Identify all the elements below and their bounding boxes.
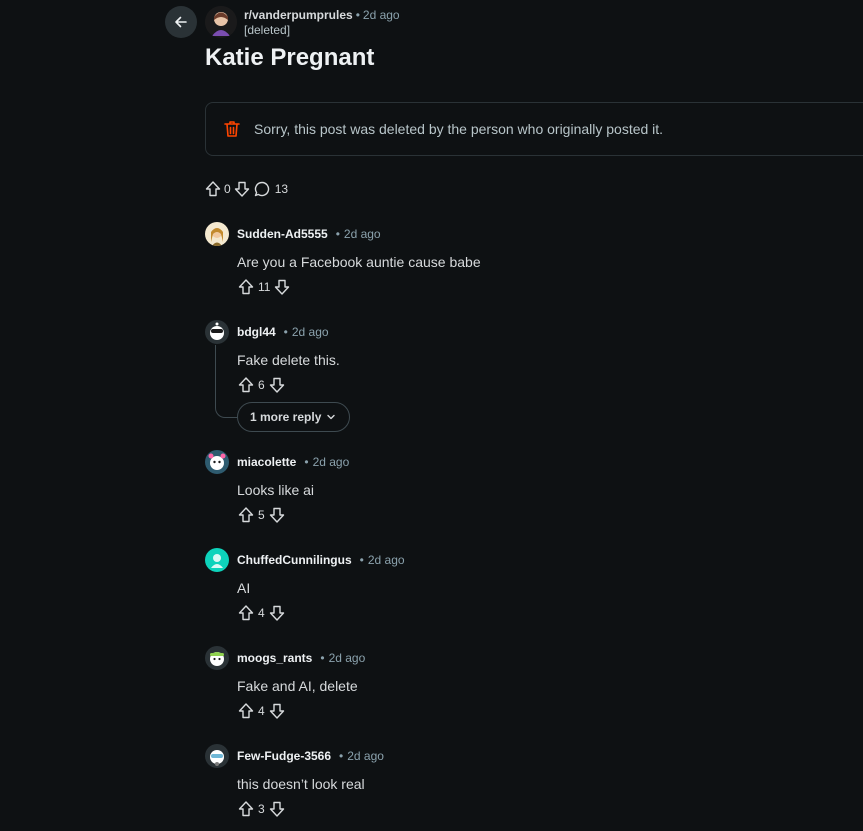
separator-dot: • — [335, 227, 340, 241]
upvote-icon[interactable] — [237, 278, 255, 296]
upvote-icon[interactable] — [237, 506, 255, 524]
post-actions: 0 13 — [204, 180, 290, 198]
comment-body: this doesn’t look real — [237, 776, 365, 792]
comment: ChuffedCunnilingus • 2d ago AI 4 — [205, 548, 845, 622]
downvote-icon[interactable] — [268, 702, 286, 720]
separator-dot: • — [355, 8, 360, 22]
comment-username[interactable]: moogs_rants — [237, 651, 312, 665]
downvote-icon[interactable] — [233, 180, 251, 198]
trash-icon — [222, 119, 242, 139]
deleted-notice: Sorry, this post was deleted by the pers… — [205, 102, 863, 156]
comment-score: 4 — [258, 704, 265, 718]
separator-dot: • — [304, 455, 309, 469]
post-author: [deleted] — [244, 23, 291, 37]
comment-icon[interactable] — [253, 180, 271, 198]
comment-score: 5 — [258, 508, 265, 522]
page-title: Katie Pregnant — [205, 44, 375, 71]
comment-username[interactable]: Sudden-Ad5555 — [237, 227, 328, 241]
avatar[interactable] — [205, 548, 229, 572]
downvote-icon[interactable] — [268, 604, 286, 622]
comment-body: Fake and AI, delete — [237, 678, 358, 694]
comment-actions: 11 — [237, 278, 845, 296]
upvote-icon[interactable] — [204, 180, 222, 198]
subreddit-link[interactable]: r/vanderpumprules — [244, 8, 353, 22]
more-replies-label: 1 more reply — [250, 410, 322, 424]
separator-dot: • — [359, 553, 364, 567]
arrow-left-icon — [175, 16, 187, 28]
subreddit-avatar[interactable] — [205, 6, 237, 38]
comment-username[interactable]: bdgl44 — [237, 325, 276, 339]
comment-actions: 6 — [237, 376, 845, 394]
upvote-icon[interactable] — [237, 376, 255, 394]
comment-actions: 4 — [237, 702, 845, 720]
downvote-icon[interactable] — [268, 800, 286, 818]
comment-score: 11 — [258, 280, 271, 294]
comment-body: AI — [237, 580, 251, 596]
chevron-down-icon — [325, 411, 337, 423]
comment-actions: 3 — [237, 800, 845, 818]
post-time: 2d ago — [362, 8, 400, 22]
comment-body: Fake delete this. — [237, 352, 340, 368]
post-score: 0 — [224, 182, 231, 196]
upvote-icon[interactable] — [237, 800, 255, 818]
comment-username[interactable]: miacolette — [237, 455, 296, 469]
upvote-icon[interactable] — [237, 604, 255, 622]
comment-time: 2d ago — [367, 553, 405, 567]
avatar[interactable] — [205, 320, 229, 344]
downvote-icon[interactable] — [273, 278, 291, 296]
comment: moogs_rants • 2d ago Fake and AI, delete… — [205, 646, 845, 720]
comment: Sudden-Ad5555 • 2d ago Are you a Faceboo… — [205, 222, 845, 296]
comment-username[interactable]: ChuffedCunnilingus — [237, 553, 352, 567]
avatar[interactable] — [205, 646, 229, 670]
comment-score: 4 — [258, 606, 265, 620]
downvote-icon[interactable] — [268, 506, 286, 524]
comment-time: 2d ago — [312, 455, 350, 469]
comment: miacolette • 2d ago Looks like ai 5 — [205, 450, 845, 524]
comment-actions: 4 — [237, 604, 845, 622]
comment-time: 2d ago — [328, 651, 366, 665]
comment-time: 2d ago — [291, 325, 329, 339]
post-page: r/vanderpumprules • 2d ago [deleted] Katie… — [0, 0, 863, 831]
deleted-message: Sorry, this post was deleted by the pers… — [254, 121, 664, 137]
comment-count: 13 — [274, 182, 289, 196]
post-meta: r/vanderpumprules • 2d ago [deleted] — [244, 8, 400, 38]
comment-body: Are you a Facebook auntie cause babe — [237, 254, 481, 270]
comment-username[interactable]: Few-Fudge-3566 — [237, 749, 331, 763]
separator-dot: • — [283, 325, 288, 339]
comment: Few-Fudge-3566 • 2d ago this doesn’t loo… — [205, 744, 845, 818]
upvote-icon[interactable] — [237, 702, 255, 720]
separator-dot: • — [339, 749, 344, 763]
comment: bdgl44 • 2d ago Fake delete this. 6 — [205, 320, 845, 394]
avatar[interactable] — [205, 744, 229, 768]
separator-dot: • — [320, 651, 325, 665]
comment-actions: 5 — [237, 506, 845, 524]
comment-time: 2d ago — [347, 749, 384, 763]
avatar[interactable] — [205, 450, 229, 474]
comment-score: 6 — [258, 378, 265, 392]
downvote-icon[interactable] — [268, 376, 286, 394]
thread-line — [215, 345, 238, 418]
comment-time: 2d ago — [343, 227, 381, 241]
back-button[interactable] — [165, 6, 197, 38]
avatar[interactable] — [205, 222, 229, 246]
comment-body: Looks like ai — [237, 482, 315, 498]
comment-score: 3 — [258, 802, 265, 816]
more-replies-button[interactable]: 1 more reply — [237, 402, 351, 432]
